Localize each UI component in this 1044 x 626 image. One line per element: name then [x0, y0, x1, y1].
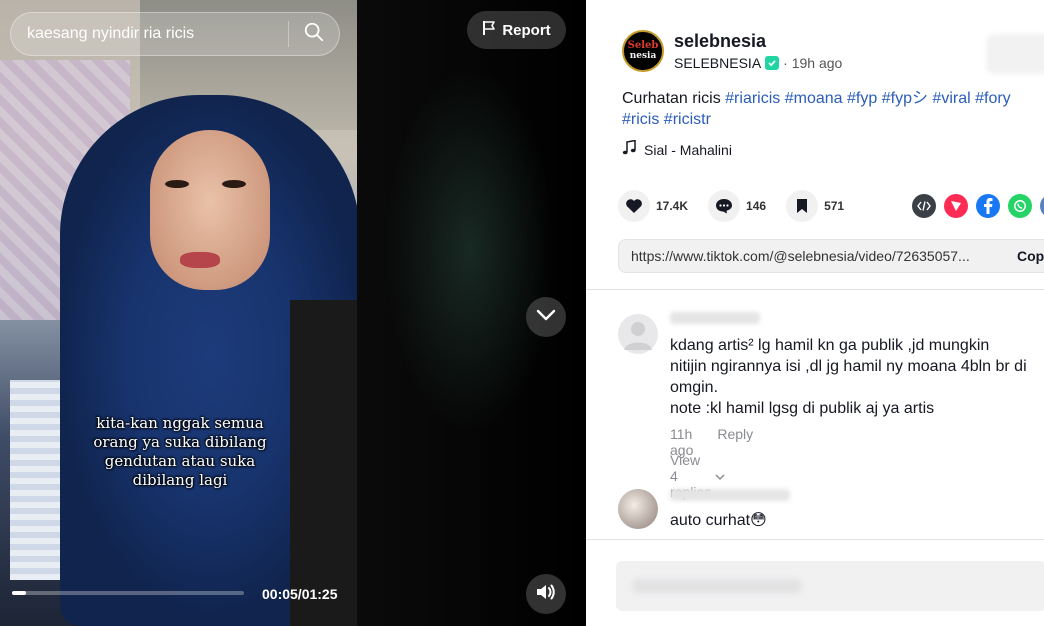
- next-video-button[interactable]: [526, 297, 566, 337]
- comment-avatar[interactable]: [618, 314, 658, 354]
- video-progress-fill: [12, 591, 26, 595]
- avatar-logo-text: Seleb: [627, 40, 659, 51]
- video-frame[interactable]: kita-kan nggak semua orang ya suka dibil…: [0, 0, 357, 626]
- save-action[interactable]: 571: [786, 190, 844, 222]
- whatsapp-icon[interactable]: [1008, 194, 1032, 218]
- video-caption: kita-kan nggak semua orang ya suka dibil…: [80, 414, 280, 490]
- avatar[interactable]: Seleb nesia: [622, 30, 664, 72]
- report-label: Report: [502, 21, 551, 39]
- search-bar: [10, 12, 340, 56]
- report-button[interactable]: Report: [467, 11, 566, 49]
- video-person-lips: [180, 252, 220, 268]
- comment-line: kdang artis² lg hamil kn ga publik ,jd m…: [670, 337, 990, 354]
- author-subline: SELEBNESIA · 19h ago: [674, 55, 842, 71]
- comment-count: 146: [746, 199, 767, 213]
- hashtag-link[interactable]: #fypシ: [882, 90, 928, 107]
- divider: [586, 289, 1044, 290]
- comment-icon: [708, 190, 741, 222]
- flag-icon: [482, 20, 496, 40]
- share-link-text[interactable]: https://www.tiktok.com/@selebnesia/video…: [619, 248, 1009, 264]
- hashtag-link[interactable]: #fyp: [847, 90, 877, 107]
- music-title: Sial - Mahalini: [644, 141, 732, 158]
- chevron-down-icon: [536, 308, 556, 326]
- embed-icon[interactable]: [912, 194, 936, 218]
- hashtag-link[interactable]: #ricistr: [664, 111, 711, 128]
- send-icon[interactable]: [944, 194, 968, 218]
- post-time: · 19h ago: [783, 55, 843, 71]
- chevron-down-icon: [715, 468, 725, 484]
- comment-action[interactable]: 146: [708, 190, 766, 222]
- caption-line: gendutan atau suka: [104, 452, 256, 470]
- comment-line: omgin.: [670, 379, 719, 396]
- hashtag-link[interactable]: #ricis: [622, 111, 659, 128]
- post-description: Curhatan ricis #riaricis #moana #fyp #fy…: [622, 88, 1044, 130]
- video-time: 00:05/01:25: [262, 586, 338, 602]
- description-text: Curhatan ricis: [622, 90, 721, 107]
- caption-line: dibilang lagi: [132, 471, 228, 489]
- music-link[interactable]: Sial - Mahalini: [622, 139, 732, 159]
- hashtag-link[interactable]: #riaricis: [725, 90, 780, 107]
- search-button[interactable]: [289, 13, 339, 55]
- verified-icon: [765, 56, 780, 70]
- volume-button[interactable]: [526, 574, 566, 614]
- video-person-eye: [222, 180, 246, 188]
- heart-icon: [618, 190, 650, 222]
- search-icon: [303, 21, 325, 48]
- hashtag-link[interactable]: #viral: [932, 90, 970, 107]
- info-panel: Seleb nesia selebnesia SELEBNESIA · 19h …: [586, 0, 1044, 626]
- comment-username[interactable]: [670, 312, 760, 324]
- speaker-icon: [535, 582, 557, 607]
- comment-line: auto curhat😳: [670, 512, 767, 529]
- caption-line: orang ya suka dibilang: [93, 433, 267, 451]
- author-handle: SELEBNESIA: [674, 55, 762, 71]
- add-comment-input[interactable]: [616, 561, 1044, 611]
- comment-username[interactable]: [670, 489, 790, 501]
- author-block[interactable]: Seleb nesia selebnesia SELEBNESIA · 19h …: [622, 30, 842, 72]
- share-buttons: [912, 194, 1044, 218]
- share-link-box: https://www.tiktok.com/@selebnesia/video…: [618, 239, 1044, 273]
- music-note-icon: [622, 139, 636, 159]
- facebook-icon[interactable]: [976, 194, 1000, 218]
- hashtag-link[interactable]: #moana: [785, 90, 843, 107]
- comment-avatar[interactable]: [618, 489, 658, 529]
- divider: [586, 539, 1044, 540]
- hashtag-link[interactable]: #fory: [975, 90, 1011, 107]
- like-count: 17.4K: [656, 199, 689, 213]
- action-bar: 17.4K 146 571: [618, 190, 864, 222]
- video-person-eye: [165, 180, 189, 188]
- comment-text: auto curhat😳: [670, 510, 767, 531]
- comment-line: nitijin ngirannya isi ,dl jg hamil ny mo…: [670, 358, 1027, 375]
- avatar-logo-text: nesia: [629, 51, 657, 61]
- copy-link-button[interactable]: Copy: [1017, 248, 1044, 264]
- caption-line: kita-kan nggak semua: [96, 414, 264, 432]
- bookmark-icon: [786, 190, 819, 222]
- author-name[interactable]: selebnesia: [674, 31, 842, 52]
- search-input[interactable]: [11, 13, 288, 55]
- save-count: 571: [824, 199, 845, 213]
- comment-placeholder: [632, 579, 802, 593]
- like-action[interactable]: 17.4K: [618, 190, 688, 222]
- follow-button[interactable]: [986, 34, 1044, 74]
- video-player[interactable]: kita-kan nggak semua orang ya suka dibil…: [0, 0, 586, 626]
- video-progress-bar[interactable]: [12, 591, 244, 595]
- comment-line: note :kl hamil lgsg di publik aj ya arti…: [670, 400, 935, 417]
- comment-text: kdang artis² lg hamil kn ga publik ,jd m…: [670, 335, 1027, 419]
- video-person-shirt: [290, 300, 357, 626]
- more-share-icon[interactable]: [1040, 194, 1044, 218]
